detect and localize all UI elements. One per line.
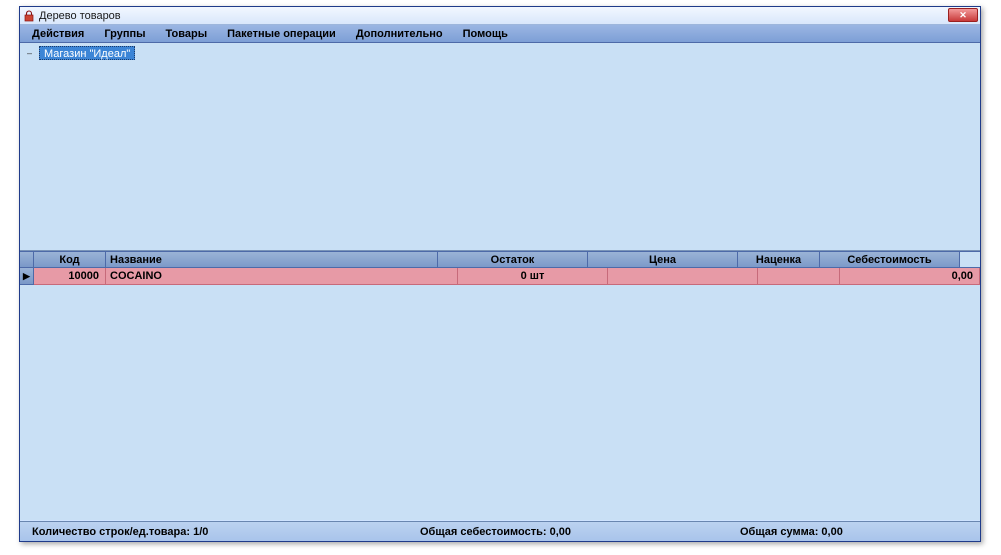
menu-goods[interactable]: Товары	[156, 27, 218, 41]
status-total-sum: Общая сумма: 0,00	[740, 526, 843, 538]
menu-help[interactable]: Помощь	[453, 27, 518, 41]
col-header-cost[interactable]: Себестоимость	[820, 252, 960, 268]
status-rowcount: Количество строк/ед.товара: 1/0	[32, 526, 208, 538]
cell-code[interactable]: 10000	[34, 268, 106, 285]
row-indicator-icon: ▶	[20, 268, 34, 285]
grid-header: Код Название Остаток Цена Наценка Себест…	[34, 251, 960, 268]
grid-header-spacer	[960, 251, 980, 268]
status-total-sum-label: Общая сумма:	[740, 526, 818, 538]
cell-markup[interactable]	[758, 268, 840, 285]
grid-indicator-header	[20, 251, 34, 268]
statusbar: Количество строк/ед.товара: 1/0 Общая се…	[20, 521, 980, 541]
cell-stock[interactable]: 0 шт	[458, 268, 608, 285]
cell-cost[interactable]: 0,00	[840, 268, 980, 285]
cell-name[interactable]: COCAINO	[106, 268, 458, 285]
tree-pane[interactable]: – Магазин "Идеал"	[20, 43, 980, 251]
window-title: Дерево товаров	[39, 10, 121, 22]
status-total-cost: Общая себестоимость: 0,00	[420, 526, 571, 538]
window: Дерево товаров ✕ Действия Группы Товары …	[19, 6, 981, 542]
menubar: Действия Группы Товары Пакетные операции…	[20, 25, 980, 43]
table-row[interactable]: ▶ 10000 COCAINO 0 шт 0,00	[20, 268, 980, 285]
col-header-name[interactable]: Название	[106, 252, 438, 268]
close-icon: ✕	[959, 10, 967, 21]
menu-additional[interactable]: Дополнительно	[346, 27, 453, 41]
grid-header-wrap: Код Название Остаток Цена Наценка Себест…	[20, 251, 980, 268]
titlebar[interactable]: Дерево товаров ✕	[20, 7, 980, 25]
cell-price[interactable]	[608, 268, 758, 285]
status-total-cost-label: Общая себестоимость:	[420, 526, 547, 538]
tree-root-label[interactable]: Магазин "Идеал"	[39, 46, 135, 60]
status-total-sum-value: 0,00	[821, 526, 842, 538]
close-button[interactable]: ✕	[948, 8, 978, 22]
col-header-markup[interactable]: Наценка	[738, 252, 820, 268]
tree-root-row[interactable]: – Магазин "Идеал"	[24, 45, 976, 61]
status-rowcount-value: 1/0	[193, 526, 208, 538]
app-icon	[22, 9, 35, 22]
menu-groups[interactable]: Группы	[94, 27, 155, 41]
status-rowcount-label: Количество строк/ед.товара:	[32, 526, 190, 538]
grid-body[interactable]: ▶ 10000 COCAINO 0 шт 0,00	[20, 268, 980, 520]
col-header-price[interactable]: Цена	[588, 252, 738, 268]
col-header-code[interactable]: Код	[34, 252, 106, 268]
status-total-cost-value: 0,00	[550, 526, 571, 538]
col-header-stock[interactable]: Остаток	[438, 252, 588, 268]
menu-batch[interactable]: Пакетные операции	[217, 27, 346, 41]
menu-actions[interactable]: Действия	[22, 27, 94, 41]
tree-collapse-icon[interactable]: –	[24, 48, 35, 59]
